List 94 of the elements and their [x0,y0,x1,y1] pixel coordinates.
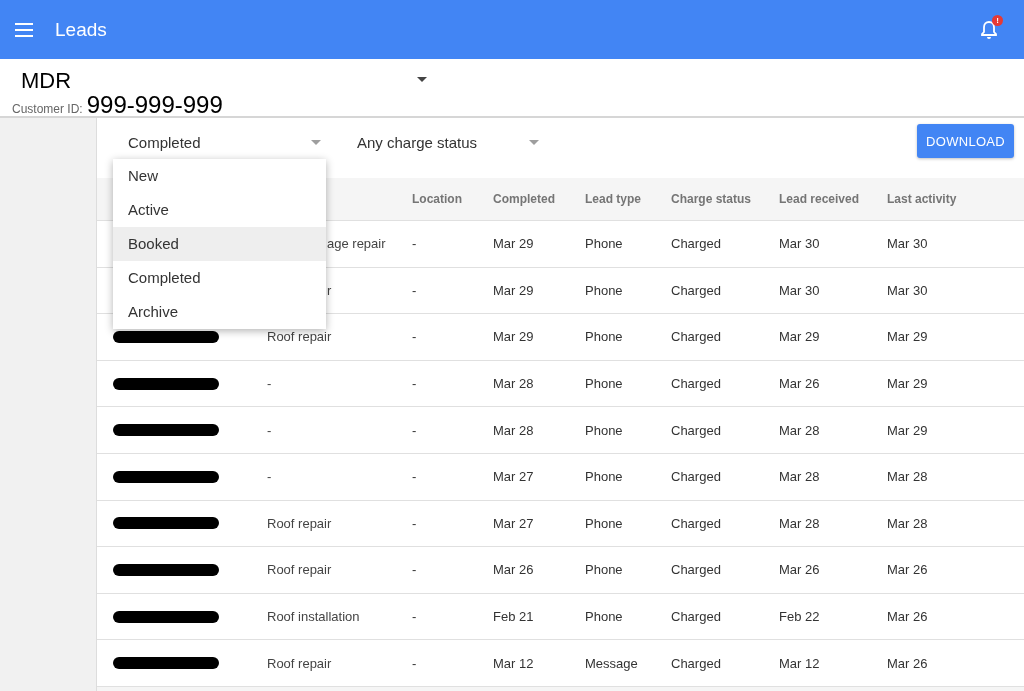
table-cell-text: Mar 26 [493,562,535,578]
table-cell: Roof repair [267,655,332,671]
caret-icon [529,139,539,145]
table-cell-text: Phone [585,469,624,485]
table-cell-text: Mar 28 [493,376,535,392]
table-cell-text: Mar 26 [779,562,821,578]
column-header[interactable]: Location [412,192,493,206]
table-cell-text: - [412,469,418,485]
filter-select[interactable]: Completed [113,124,321,160]
menu-item[interactable]: Completed [113,261,326,295]
table-cell-text: Mar 27 [493,469,535,485]
table-cell-text: Mar 29 [887,422,929,438]
table-cell-text: Charged [671,655,722,671]
table-cell: age repair [327,236,386,252]
table-cell-text: Phone [585,422,624,438]
table-cell-text: Phone [585,236,624,252]
table-cell-text: Mar 30 [779,282,821,298]
table-cell-text: Message [585,655,639,671]
table-cell-text: Feb 22 [779,609,821,625]
table-cell-text: Mar 30 [887,282,929,298]
table-cell-text: Mar 29 [493,282,535,298]
table-cell-text: - [412,609,418,625]
notification-badge: ! [992,14,1003,26]
column-header[interactable]: Lead received [779,192,887,206]
table-cell-text: Charged [671,469,722,485]
table-cell-text: Mar 26 [887,655,929,671]
column-header[interactable]: Last activity [887,192,1007,206]
table-cell-text: - [412,562,418,578]
table-cell-text: Mar 29 [493,236,535,252]
table-cell-text: Mar 30 [779,236,821,252]
table-cell-text: - [412,515,418,531]
table-cell-text: - [412,376,418,392]
table-cell-text: - [412,655,418,671]
table-cell-text: Mar 12 [779,655,821,671]
table-cell-text: - [412,236,418,252]
table-cell-text: Charged [671,282,722,298]
table-cell-text: Feb 21 [493,609,535,625]
filter-select[interactable]: Any charge status [342,124,539,160]
table-cell: - [267,469,272,485]
table-cell-text: Mar 26 [887,562,929,578]
table-cell-text: Charged [671,376,722,392]
table-cell-text: Mar 28 [779,515,821,531]
table-cell-text: Mar 30 [887,236,929,252]
table-cell-text: - [412,329,418,345]
table-cell-text: Mar 28 [493,422,535,438]
menu-item[interactable]: New [113,159,326,193]
table-cell-text: Mar 28 [887,469,929,485]
table-cell: Roof installation [267,609,360,625]
table-cell: r [327,282,332,298]
customer-id: 999-999-999 [86,93,223,117]
table-cell-text: Phone [585,609,624,625]
bell-icon[interactable] [980,19,998,40]
menu-item[interactable]: Active [113,193,326,227]
caret-icon [311,139,321,145]
table-cell-text: Mar 12 [493,655,535,671]
table-cell-text: Mar 28 [887,515,929,531]
table-cell-text: Phone [585,282,624,298]
table-cell: - [267,376,272,392]
account-name: MDR [20,69,73,93]
table-cell-text: Phone [585,562,624,578]
table-cell-text: Charged [671,329,722,345]
customer-id-label: Customer ID: [12,102,83,116]
table-cell-text: Mar 26 [887,609,929,625]
download-button[interactable]: DOWNLOAD [917,124,1014,158]
table-cell-text: Mar 29 [779,329,821,345]
column-header[interactable]: Lead type [585,192,671,206]
table-cell-text: Phone [585,515,624,531]
table-cell-text: Phone [585,329,624,345]
caret-icon[interactable] [417,77,427,82]
table-cell-text: Mar 29 [493,329,535,345]
table-cell-text: Mar 27 [493,515,535,531]
table-cell: Roof repair [267,515,332,531]
table-cell-text: Charged [671,609,722,625]
table-cell-text: Charged [671,236,722,252]
table-cell: Roof repair [267,562,332,578]
table-cell-text: Mar 28 [779,469,821,485]
table-cell-text: - [412,282,418,298]
table-cell: Roof repair [267,329,332,345]
table-cell: - [267,422,272,438]
table-cell-text: - [412,422,418,438]
column-header[interactable]: Completed [493,192,585,206]
table-cell-text: Charged [671,422,722,438]
table-cell-text: Mar 28 [779,422,821,438]
table-cell-text: Phone [585,376,624,392]
table-cell-text: Charged [671,515,722,531]
table-cell-text: Mar 29 [887,329,929,345]
column-header[interactable]: Charge status [671,192,779,206]
table-cell-text: Mar 26 [779,376,821,392]
table-cell-text: Mar 29 [887,376,929,392]
menu-item[interactable]: Archive [113,295,326,329]
menu-icon[interactable] [15,22,33,37]
table-cell-text: Charged [671,562,722,578]
page-title: Leads [55,18,107,41]
menu-item[interactable]: Booked [113,227,326,261]
